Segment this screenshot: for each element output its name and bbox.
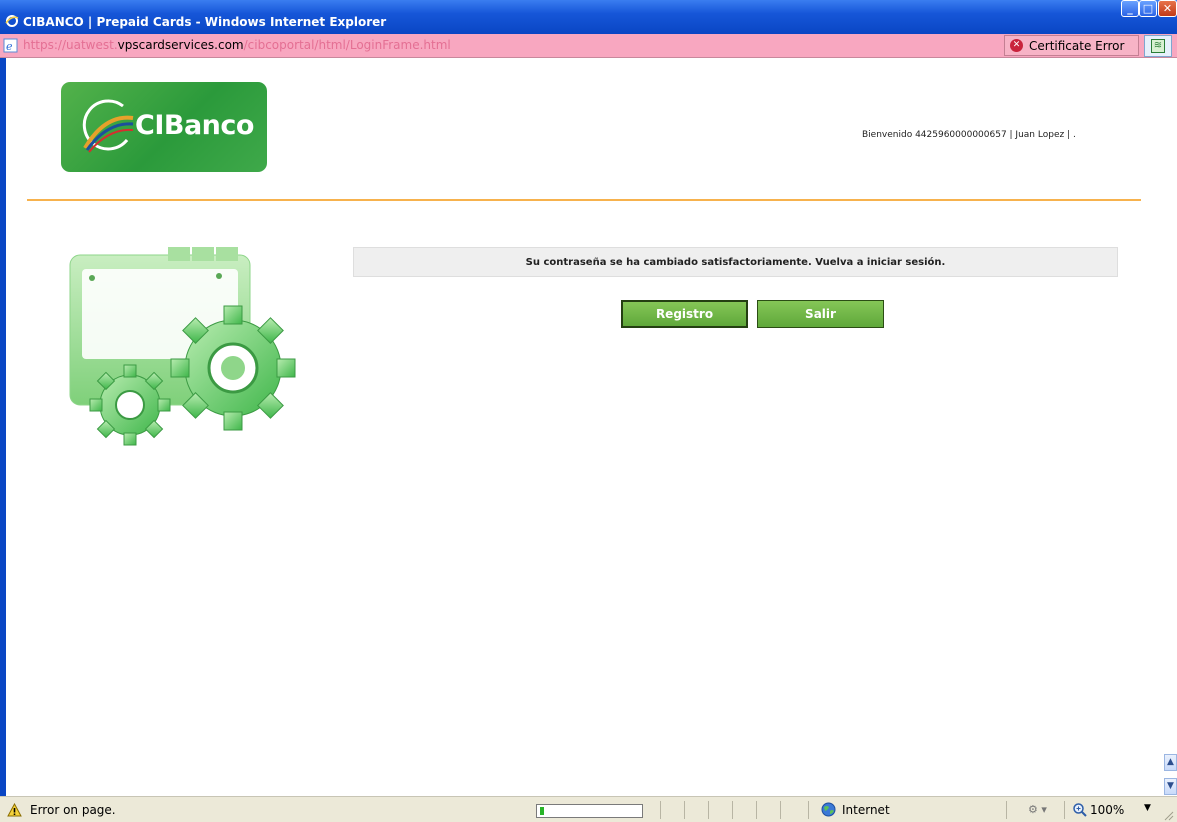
minimize-button[interactable]: _ [1121,0,1139,17]
security-zone: Internet [842,803,890,817]
status-text[interactable]: Error on page. [30,803,116,817]
feeds-button[interactable]: ≋ [1144,35,1172,57]
zoom-level[interactable]: 100% [1090,803,1124,817]
zoom-dropdown-icon[interactable]: ▼ [1144,803,1151,813]
cibanco-logo: CIBanco [61,82,267,172]
success-message: Su contraseña se ha cambiado satisfactor… [525,257,946,268]
resize-grip-icon[interactable] [1162,809,1174,821]
registro-button[interactable]: Registro [621,300,748,328]
scroll-up-button[interactable]: ▲ [1164,754,1177,771]
certificate-error-button[interactable]: ✕ Certificate Error [1004,35,1139,56]
logo-swoosh-icon [82,99,134,153]
title-bar: CIBANCO | Prepaid Cards - Windows Intern… [0,0,1177,34]
vertical-scrollbar[interactable] [1164,58,1177,796]
logo-text: CIBanco [135,110,254,141]
warning-icon[interactable] [7,803,22,817]
welcome-text: Bienvenido 4425960000000657 | Juan Lopez… [862,130,1076,140]
header-divider [27,199,1141,201]
scroll-down-button[interactable]: ▼ [1164,778,1177,795]
ie-logo-icon [5,15,19,27]
address-bar[interactable]: e https://uatwest.vpscardservices.com/ci… [0,34,1177,58]
url-text[interactable]: https://uatwest.vpscardservices.com/cibc… [23,38,451,52]
salir-button[interactable]: Salir [757,300,884,328]
feeds-icon: ≋ [1151,39,1165,53]
close-button[interactable]: ✕ [1158,0,1177,17]
svg-text:e: e [6,40,13,53]
status-bar: Error on page. Internet ⚙ ▾ 100% ▼ [0,796,1177,822]
window-title: CIBANCO | Prepaid Cards - Windows Intern… [23,15,387,29]
error-icon: ✕ [1010,39,1023,52]
ie-page-icon: e [3,38,18,53]
progress-bar [536,804,643,818]
protected-mode-icon[interactable]: ⚙ ▾ [1028,803,1052,818]
zoom-icon[interactable] [1072,802,1088,818]
success-message-box: Su contraseña se ha cambiado satisfactor… [353,247,1118,277]
settings-gears-illustration [69,247,296,446]
maximize-button[interactable]: □ [1139,0,1157,17]
internet-zone-icon [821,802,836,817]
